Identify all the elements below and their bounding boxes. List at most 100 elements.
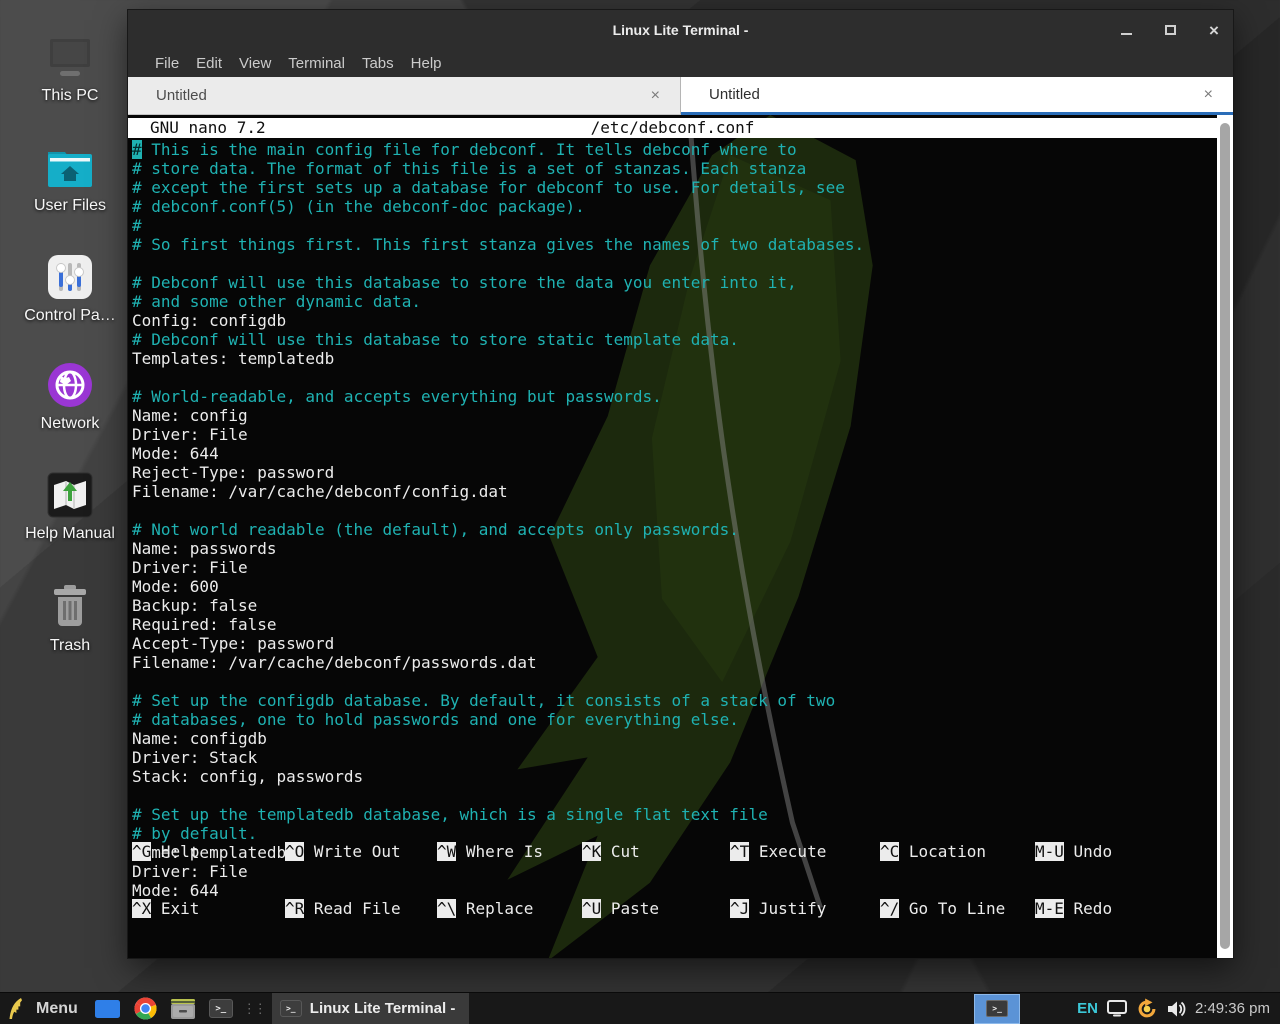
tray-terminal-icon[interactable]: >_ <box>974 994 1020 1024</box>
maximize-button[interactable] <box>1159 19 1181 41</box>
terminal-line: # Not world readable (the default), and … <box>132 520 1217 539</box>
desktop-icon-this-pc[interactable]: This PC <box>10 28 130 105</box>
desktop-icon-help-manual[interactable]: Help Manual <box>10 466 130 543</box>
window-titlebar[interactable]: Linux Lite Terminal - × <box>128 10 1233 50</box>
minimize-button[interactable] <box>1115 19 1137 41</box>
scrollbar-thumb[interactable] <box>1220 123 1230 949</box>
nano-lines: # This is the main config file for debco… <box>128 140 1217 900</box>
terminal-line: Stack: config, passwords <box>132 767 1217 786</box>
tab-bar: Untitled × Untitled × <box>128 77 1233 115</box>
task-button-terminal[interactable]: >_ Linux Lite Terminal - <box>272 993 470 1024</box>
terminal-line: # Debconf will use this database to stor… <box>132 330 1217 349</box>
terminal-line: # So first things first. This first stan… <box>132 235 1217 254</box>
desktop-icon-user-files[interactable]: User Files <box>10 138 130 215</box>
terminal-line: Mode: 644 <box>132 444 1217 463</box>
terminal-line: Name: config <box>132 406 1217 425</box>
terminal-line <box>132 254 1217 273</box>
terminal-line: # databases, one to hold passwords and o… <box>132 710 1217 729</box>
menu-button-label[interactable]: Menu <box>36 1000 78 1018</box>
nano-shortcut: ^T Execute <box>730 842 880 861</box>
scrollbar[interactable] <box>1217 115 1233 958</box>
network-globe-icon <box>10 356 130 408</box>
help-manual-icon <box>10 466 130 518</box>
nano-file-path: /etc/debconf.conf <box>128 118 1217 138</box>
window-title: Linux Lite Terminal - <box>128 10 1233 50</box>
trash-icon <box>10 578 130 630</box>
terminal-line: # debconf.conf(5) (in the debconf-doc pa… <box>132 197 1217 216</box>
menu-terminal[interactable]: Terminal <box>288 55 345 72</box>
desktop-icon-network[interactable]: Network <box>10 356 130 433</box>
close-button[interactable]: × <box>1203 19 1225 41</box>
nano-shortcut: M-E Redo <box>1035 899 1210 918</box>
terminal-line: Driver: Stack <box>132 748 1217 767</box>
keyboard-layout-indicator[interactable]: EN <box>1077 1000 1098 1017</box>
terminal-line <box>132 501 1217 520</box>
terminal-screen[interactable]: GNU nano 7.2 /etc/debconf.conf # This is… <box>128 115 1217 958</box>
terminal-glyph-icon: >_ <box>280 1000 302 1017</box>
archive-manager-icon[interactable] <box>164 993 202 1024</box>
shortcut-row-2: ^X Exit^R Read File^\ Replace^U Paste^J … <box>132 899 1217 918</box>
terminal-line: Driver: File <box>132 425 1217 444</box>
updates-icon[interactable] <box>1136 998 1158 1020</box>
desktop-icon-control-panel[interactable]: Control Pa… <box>10 248 130 325</box>
terminal-line: Filename: /var/cache/debconf/config.dat <box>132 482 1217 501</box>
terminal-line <box>132 368 1217 387</box>
terminal-line: # store data. The format of this file is… <box>132 159 1217 178</box>
desktop-icon-label: Help Manual <box>10 525 130 543</box>
desktop-icon-trash[interactable]: Trash <box>10 578 130 655</box>
tab-label: Untitled <box>701 86 1204 103</box>
menu-button[interactable] <box>0 993 30 1024</box>
menu-tabs[interactable]: Tabs <box>362 55 394 72</box>
tab-close-icon[interactable]: × <box>651 87 660 105</box>
nano-shortcut: ^\ Replace <box>437 899 582 918</box>
terminal-line: # Set up the configdb database. By defau… <box>132 691 1217 710</box>
shortcut-row-1: ^G Help^O Write Out^W Where Is^K Cut^T E… <box>132 842 1217 861</box>
terminal-line: Filename: /var/cache/debconf/passwords.d… <box>132 653 1217 672</box>
terminal-line: # and some other dynamic data. <box>132 292 1217 311</box>
menu-help[interactable]: Help <box>411 55 442 72</box>
display-icon[interactable] <box>1107 1000 1127 1017</box>
nano-shortcut: ^K Cut <box>582 842 730 861</box>
task-button-label: Linux Lite Terminal - <box>310 1000 456 1017</box>
tab-untitled-1[interactable]: Untitled × <box>128 77 681 115</box>
nano-shortcut: ^R Read File <box>285 899 437 918</box>
terminal-launcher-icon[interactable]: >_ <box>202 993 240 1024</box>
terminal-window: Linux Lite Terminal - × File Edit View T… <box>128 10 1233 958</box>
workspace-icon[interactable] <box>88 993 127 1024</box>
terminal-line <box>132 672 1217 691</box>
nano-shortcut: ^/ Go To Line <box>880 899 1035 918</box>
nano-shortcut: ^G Help <box>132 842 285 861</box>
terminal-line: # This is the main config file for debco… <box>132 140 1217 159</box>
menu-bar: File Edit View Terminal Tabs Help <box>128 50 1233 77</box>
chrome-icon[interactable] <box>127 993 164 1024</box>
desktop-icon-label: Trash <box>10 637 130 655</box>
nano-shortcut-bar: ^G Help^O Write Out^W Where Is^K Cut^T E… <box>132 804 1217 956</box>
volume-icon[interactable] <box>1167 1000 1186 1018</box>
terminal-line: # <box>132 216 1217 235</box>
terminal-line: Reject-Type: password <box>132 463 1217 482</box>
linux-lite-logo-icon <box>8 997 23 1020</box>
terminal-line: # Debconf will use this database to stor… <box>132 273 1217 292</box>
terminal-line: Config: configdb <box>132 311 1217 330</box>
computer-icon <box>10 28 130 80</box>
terminal-line: Name: passwords <box>132 539 1217 558</box>
taskbar: Menu >_ <box>0 992 1280 1024</box>
folder-home-icon <box>10 138 130 190</box>
menu-view[interactable]: View <box>239 55 271 72</box>
sliders-icon <box>10 248 130 300</box>
menu-edit[interactable]: Edit <box>196 55 222 72</box>
tab-untitled-2[interactable]: Untitled × <box>681 77 1233 115</box>
terminal-line <box>132 786 1217 805</box>
terminal-line: Accept-Type: password <box>132 634 1217 653</box>
tab-close-icon[interactable]: × <box>1204 86 1213 104</box>
clock[interactable]: 2:49:36 pm <box>1195 1000 1270 1017</box>
terminal-line: Name: configdb <box>132 729 1217 748</box>
terminal-line: Templates: templatedb <box>132 349 1217 368</box>
nano-shortcut: ^C Location <box>880 842 1035 861</box>
desktop-icon-label: Network <box>10 415 130 433</box>
nano-shortcut: ^J Justify <box>730 899 880 918</box>
menu-file[interactable]: File <box>155 55 179 72</box>
terminal-glyph-icon: >_ <box>986 1000 1008 1017</box>
nano-shortcut: M-U Undo <box>1035 842 1210 861</box>
terminal-line: Mode: 600 <box>132 577 1217 596</box>
